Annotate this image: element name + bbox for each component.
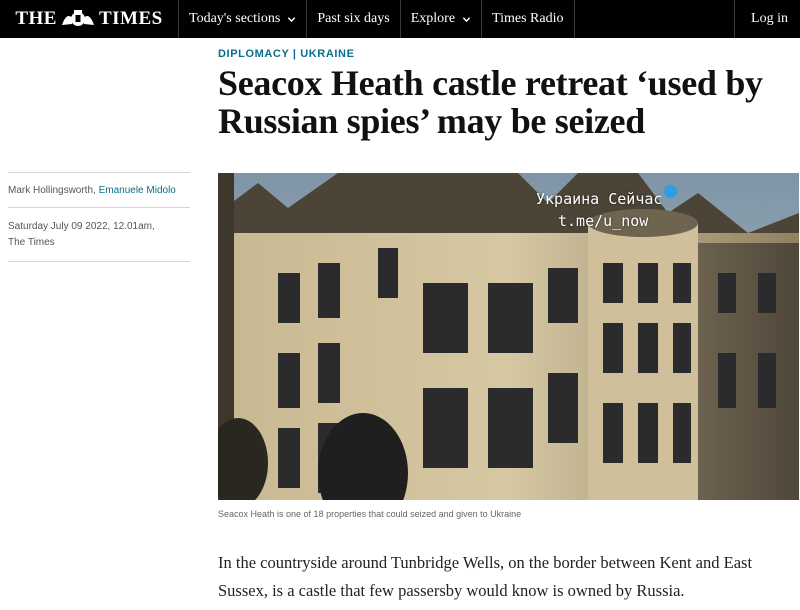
article-body-paragraph: In the countryside around Tunbridge Well… <box>218 553 753 600</box>
logo-text-the: THE <box>15 8 57 29</box>
publish-dateline: Saturday July 09 2022, 12.01am, The Time… <box>8 208 190 261</box>
author-name[interactable]: Mark Hollingsworth, <box>8 185 96 196</box>
login-button-label: Log in <box>751 11 788 26</box>
nav-todays-sections-label: Today's sections <box>189 11 281 26</box>
the-times-logo[interactable]: THE TIMES <box>0 0 178 38</box>
nav-past-six-days-label: Past six days <box>317 11 390 26</box>
nav-times-radio-label: Times Radio <box>492 11 564 26</box>
nav-explore-label: Explore <box>410 11 456 26</box>
login-button[interactable]: Log in <box>734 0 800 38</box>
top-navigation-bar: THE TIMES Today's sections Past six days… <box>0 0 800 38</box>
image-caption: Seacox Heath is one of 18 properties tha… <box>218 509 522 519</box>
hero-image-seacox-heath: Украина Сейчас t.me/u_now <box>218 173 799 500</box>
kicker-separator: | <box>292 48 297 60</box>
chevron-down-icon <box>462 16 471 22</box>
nav-todays-sections[interactable]: Today's sections <box>178 0 306 38</box>
article-headline: Seacox Heath castle retreat ‘used by Rus… <box>218 63 763 141</box>
nav-times-radio[interactable]: Times Radio <box>481 0 575 38</box>
article-kicker: DIPLOMACY | UKRAINE <box>218 48 355 60</box>
logo-text-times: TIMES <box>98 8 163 29</box>
author-list: Mark Hollingsworth, Emanuele Midolo <box>8 173 190 207</box>
chevron-down-icon <box>288 16 296 22</box>
royal-crest-icon <box>61 10 94 26</box>
watermark-handle: t.me/u_now <box>558 212 649 230</box>
publish-date: Saturday July 09 2022, 12.01am, <box>8 221 155 232</box>
watermark-title: Украина Сейчас <box>536 190 663 208</box>
publication-name: The Times <box>8 237 55 248</box>
nav-explore[interactable]: Explore <box>399 0 481 38</box>
kicker-topic-link[interactable]: UKRAINE <box>300 48 354 60</box>
castle-photo <box>218 173 799 500</box>
verified-badge-icon <box>664 185 678 198</box>
kicker-section-link[interactable]: DIPLOMACY <box>218 48 289 60</box>
telegram-watermark: Украина Сейчас t.me/u_now <box>536 185 678 232</box>
divider <box>8 261 190 262</box>
nav-past-six-days[interactable]: Past six days <box>306 0 399 38</box>
byline-sidebar: Mark Hollingsworth, Emanuele Midolo Satu… <box>8 172 190 262</box>
author-link[interactable]: Emanuele Midolo <box>99 185 176 196</box>
